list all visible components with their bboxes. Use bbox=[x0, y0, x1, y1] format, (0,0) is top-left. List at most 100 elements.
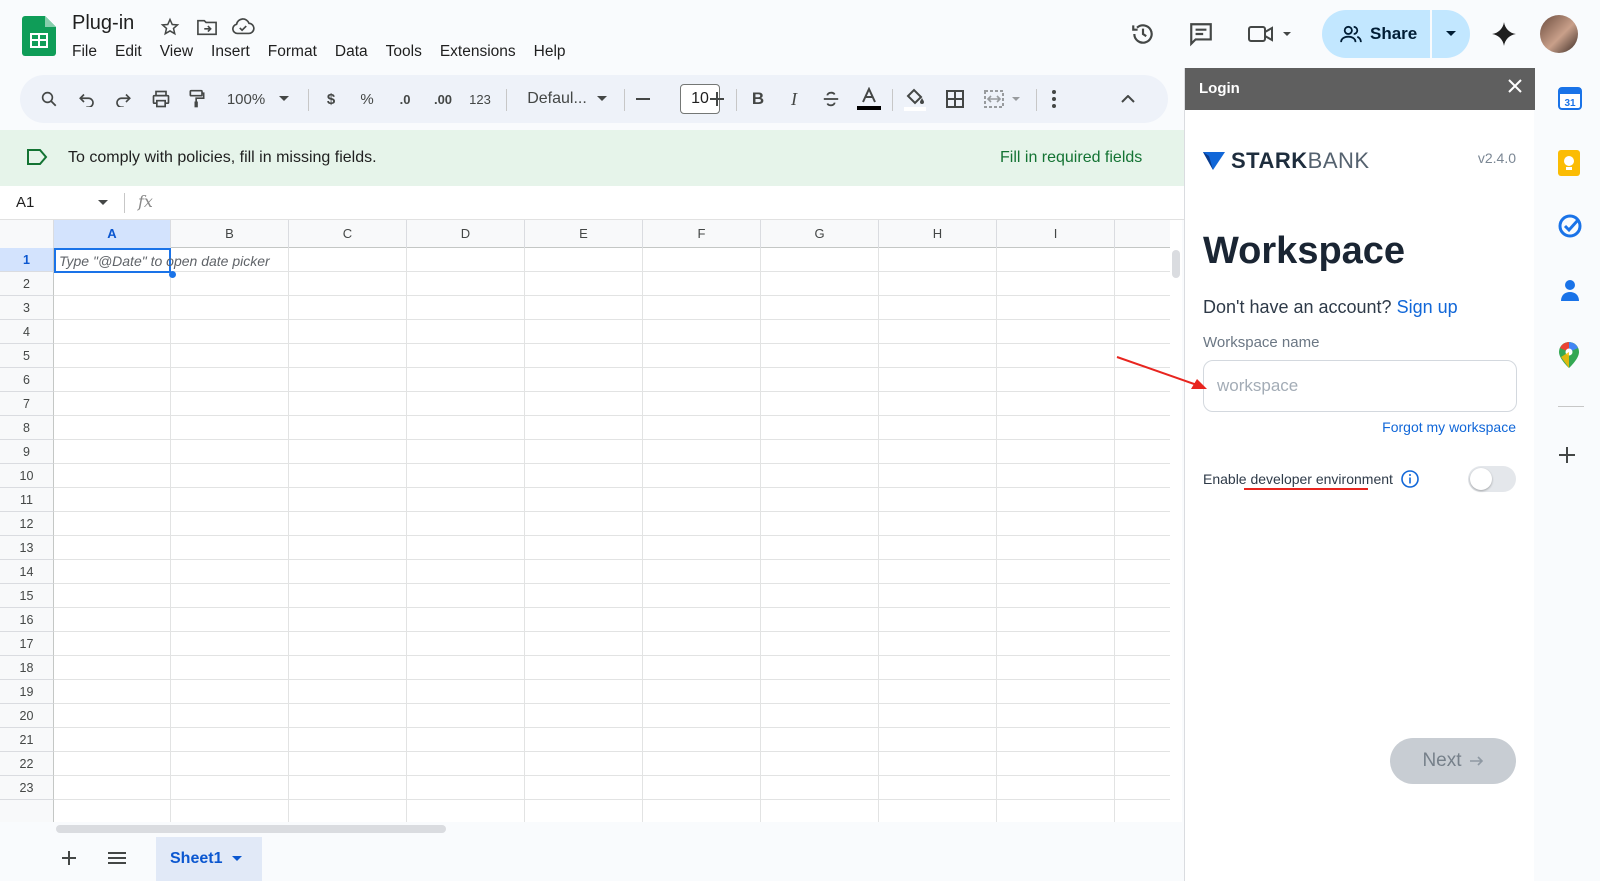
name-box[interactable]: A1 bbox=[16, 194, 34, 211]
info-icon[interactable] bbox=[1401, 470, 1419, 488]
row-header-10[interactable]: 10 bbox=[0, 464, 54, 488]
calendar-icon[interactable]: 31 bbox=[1558, 86, 1584, 112]
keep-icon[interactable] bbox=[1558, 150, 1584, 176]
undo-icon[interactable] bbox=[72, 75, 102, 123]
row-header-4[interactable]: 4 bbox=[0, 320, 54, 344]
name-box-dropdown-icon[interactable] bbox=[98, 200, 108, 206]
column-header-h[interactable]: H bbox=[879, 220, 997, 248]
row-header-20[interactable]: 20 bbox=[0, 704, 54, 728]
add-icon[interactable] bbox=[1558, 446, 1584, 472]
developer-environment-toggle[interactable] bbox=[1468, 466, 1516, 492]
borders-icon[interactable] bbox=[940, 75, 970, 123]
cloud-saved-icon[interactable] bbox=[230, 14, 256, 40]
merge-cells-icon[interactable] bbox=[978, 75, 1030, 123]
sign-up-link[interactable]: Sign up bbox=[1397, 297, 1458, 317]
increase-decimal-button[interactable]: .00 bbox=[426, 75, 460, 123]
vertical-scroll-thumb[interactable] bbox=[1172, 250, 1180, 278]
bold-button[interactable]: B bbox=[746, 75, 770, 123]
menu-tools[interactable]: Tools bbox=[386, 42, 430, 62]
row-header-1[interactable]: 1 bbox=[0, 248, 54, 272]
horizontal-scroll-thumb[interactable] bbox=[56, 825, 446, 833]
google-sheets-icon[interactable] bbox=[22, 16, 56, 56]
menu-data[interactable]: Data bbox=[335, 42, 376, 62]
column-header-f[interactable]: F bbox=[643, 220, 761, 248]
select-all-corner[interactable] bbox=[0, 220, 54, 248]
row-header-21[interactable]: 21 bbox=[0, 728, 54, 752]
menu-view[interactable]: View bbox=[160, 42, 201, 62]
all-sheets-icon[interactable] bbox=[108, 852, 126, 864]
column-header-c[interactable]: C bbox=[289, 220, 407, 248]
print-icon[interactable] bbox=[146, 75, 176, 123]
row-header-16[interactable]: 16 bbox=[0, 608, 54, 632]
formula-input[interactable] bbox=[160, 190, 1170, 216]
row-header-17[interactable]: 17 bbox=[0, 632, 54, 656]
column-header-e[interactable]: E bbox=[525, 220, 643, 248]
row-header-13[interactable]: 13 bbox=[0, 536, 54, 560]
more-options-icon[interactable] bbox=[1042, 75, 1066, 123]
forgot-workspace-link[interactable]: Forgot my workspace bbox=[1382, 419, 1516, 435]
row-header-14[interactable]: 14 bbox=[0, 560, 54, 584]
fill-required-fields-link[interactable]: Fill in required fields bbox=[1000, 149, 1142, 167]
column-header-i[interactable]: I bbox=[997, 220, 1115, 248]
spreadsheet-grid[interactable]: A B C D E F G H I 1 2 3 4 5 6 7 8 9 10 11 12 13 14 15 1… bbox=[0, 220, 1170, 822]
row-header-6[interactable]: 6 bbox=[0, 368, 54, 392]
row-header-22[interactable]: 22 bbox=[0, 752, 54, 776]
italic-button[interactable]: I bbox=[782, 75, 806, 123]
close-icon[interactable] bbox=[1507, 78, 1523, 94]
zoom-select[interactable]: 100% bbox=[220, 75, 272, 123]
contacts-icon[interactable] bbox=[1558, 278, 1584, 304]
move-to-folder-icon[interactable] bbox=[194, 14, 220, 40]
row-header-3[interactable]: 3 bbox=[0, 296, 54, 320]
gemini-sparkle-icon[interactable] bbox=[1486, 16, 1522, 52]
column-header-d[interactable]: D bbox=[407, 220, 525, 248]
row-header-23[interactable]: 23 bbox=[0, 776, 54, 800]
maps-icon[interactable] bbox=[1558, 342, 1584, 368]
next-button[interactable]: Next bbox=[1390, 738, 1516, 784]
paint-format-icon[interactable] bbox=[182, 75, 212, 123]
zoom-dropdown-icon[interactable] bbox=[274, 75, 294, 123]
menu-help[interactable]: Help bbox=[534, 42, 574, 62]
redo-icon[interactable] bbox=[108, 75, 138, 123]
row-header-9[interactable]: 9 bbox=[0, 440, 54, 464]
number-format-button[interactable]: 123 bbox=[464, 75, 496, 123]
row-header-12[interactable]: 12 bbox=[0, 512, 54, 536]
menu-format[interactable]: Format bbox=[268, 42, 325, 62]
workspace-name-input[interactable] bbox=[1203, 360, 1517, 412]
meet-call-icon[interactable] bbox=[1242, 16, 1302, 52]
document-title[interactable]: Plug-in bbox=[72, 12, 134, 35]
version-history-icon[interactable] bbox=[1125, 16, 1161, 52]
fill-handle[interactable] bbox=[169, 271, 176, 278]
sheet-tab-sheet1[interactable]: Sheet1 bbox=[156, 837, 262, 881]
column-header-g[interactable]: G bbox=[761, 220, 879, 248]
tasks-icon[interactable] bbox=[1558, 214, 1584, 240]
strikethrough-icon[interactable] bbox=[818, 75, 844, 123]
menu-insert[interactable]: Insert bbox=[211, 42, 258, 62]
account-avatar[interactable] bbox=[1540, 15, 1578, 53]
column-header-a[interactable]: A bbox=[54, 220, 171, 248]
increase-font-size-icon[interactable] bbox=[704, 75, 730, 123]
menu-file[interactable]: File bbox=[72, 42, 105, 62]
row-header-8[interactable]: 8 bbox=[0, 416, 54, 440]
font-family-select[interactable]: Defaul... bbox=[516, 75, 598, 123]
comments-icon[interactable] bbox=[1183, 16, 1219, 52]
fill-color-icon[interactable] bbox=[900, 75, 930, 123]
row-header-19[interactable]: 19 bbox=[0, 680, 54, 704]
share-dropdown-button[interactable] bbox=[1432, 10, 1470, 58]
decrease-decimal-button[interactable]: .0 bbox=[390, 75, 420, 123]
star-icon[interactable] bbox=[157, 14, 183, 40]
column-header-b[interactable]: B bbox=[171, 220, 289, 248]
sheet-tab-dropdown-icon[interactable] bbox=[232, 856, 243, 862]
collapse-menus-icon[interactable] bbox=[1116, 75, 1140, 123]
row-header-5[interactable]: 5 bbox=[0, 344, 54, 368]
row-header-18[interactable]: 18 bbox=[0, 656, 54, 680]
font-dropdown-icon[interactable] bbox=[592, 75, 612, 123]
decrease-font-size-icon[interactable] bbox=[630, 75, 656, 123]
text-color-icon[interactable] bbox=[854, 75, 884, 123]
row-header-11[interactable]: 11 bbox=[0, 488, 54, 512]
share-button[interactable]: Share bbox=[1322, 10, 1430, 58]
search-menus-icon[interactable] bbox=[34, 75, 64, 123]
row-header-2[interactable]: 2 bbox=[0, 272, 54, 296]
format-currency-button[interactable]: $ bbox=[318, 75, 344, 123]
menu-extensions[interactable]: Extensions bbox=[440, 42, 524, 62]
format-percent-button[interactable]: % bbox=[354, 75, 380, 123]
